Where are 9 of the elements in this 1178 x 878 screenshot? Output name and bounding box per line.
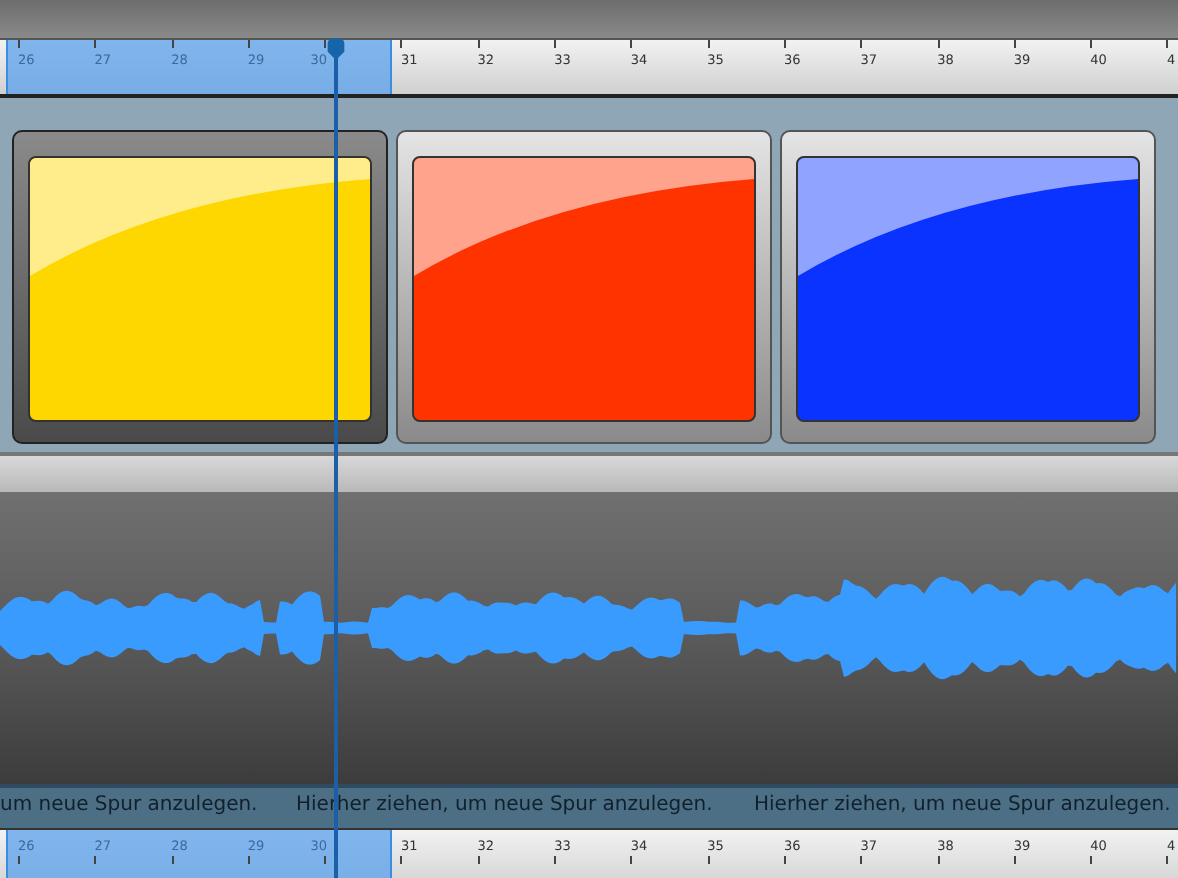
clip[interactable] (780, 130, 1156, 444)
drop-hint: Hierher ziehen, um neue Spur anzulegen. (296, 794, 713, 816)
clip[interactable] (12, 130, 388, 444)
selection-range[interactable] (6, 830, 392, 878)
drop-hint: um neue Spur anzulegen. (0, 794, 258, 816)
drop-hint: Hierher ziehen, um neue Spur anzulegen. (754, 794, 1171, 816)
selection-range[interactable] (6, 40, 392, 94)
clip[interactable] (396, 130, 772, 444)
playhead-handle-icon[interactable] (326, 38, 346, 62)
